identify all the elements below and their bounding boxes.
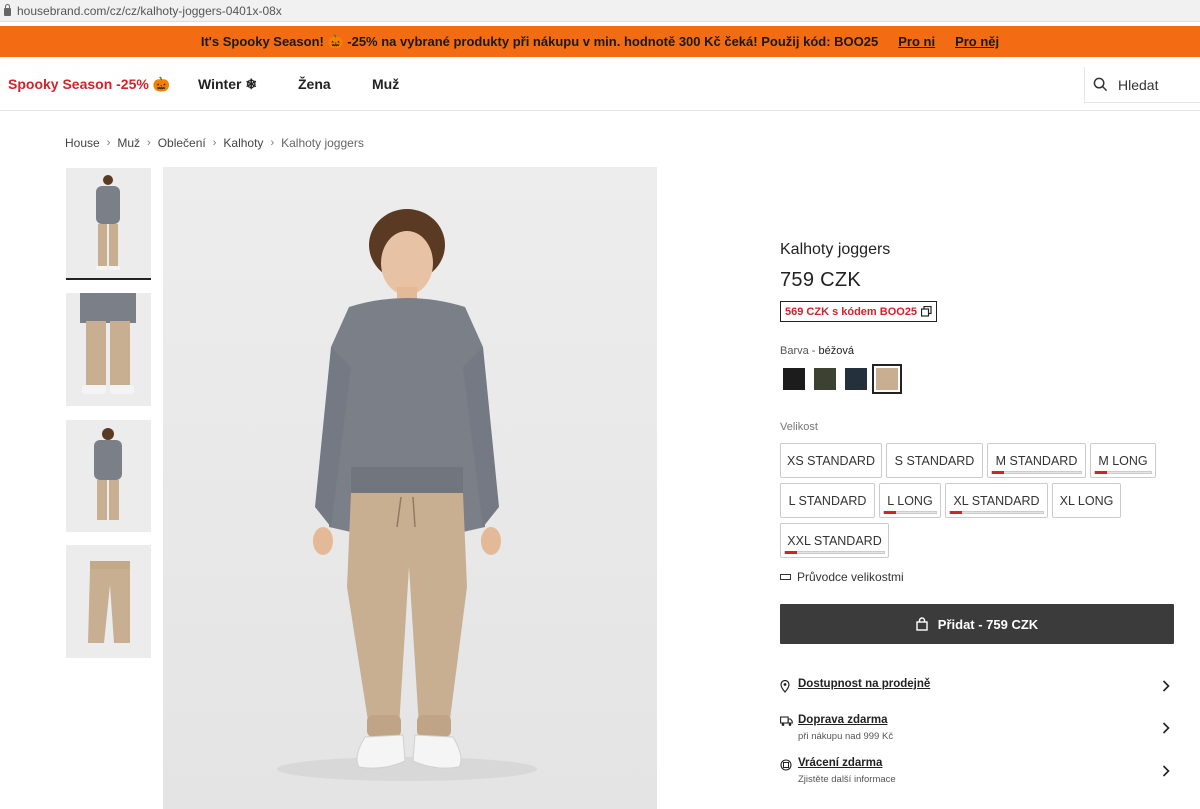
- promo-text: It's Spooky Season! 🎃 -25% na vybrané pr…: [200, 33, 879, 49]
- breadcrumb-item-clothing[interactable]: Oblečení: [158, 136, 206, 150]
- promo-banner: It's Spooky Season! 🎃 -25% na vybrané pr…: [0, 26, 1200, 57]
- chevron-right-icon: ›: [270, 137, 275, 149]
- size-option-label: XXL STANDARD: [787, 533, 882, 548]
- chevron-right-icon: [1162, 680, 1170, 692]
- product-title: Kalhoty joggers: [780, 241, 891, 258]
- chevron-right-icon: ›: [212, 137, 217, 149]
- nav-item-men[interactable]: Muž: [372, 76, 399, 92]
- model-wearing-joggers-illustration: [277, 209, 537, 781]
- return-icon: [780, 759, 792, 771]
- low-stock-indicator: [949, 511, 1044, 514]
- size-guide-link[interactable]: Průvodce velikostmi: [780, 570, 904, 584]
- search-button[interactable]: Hledat: [1084, 67, 1200, 103]
- size-option[interactable]: XL LONG: [1052, 483, 1121, 518]
- free-shipping-title: Doprava zdarma: [798, 714, 888, 726]
- address-bar[interactable]: housebrand.com/cz/cz/kalhoty-joggers-040…: [0, 0, 1200, 22]
- product-price: 759 CZK: [780, 269, 862, 291]
- nav-item-spooky-season[interactable]: Spooky Season -25% 🎃: [8, 76, 170, 93]
- main-nav: Spooky Season -25% 🎃 Winter ❄ Žena Muž H…: [0, 57, 1200, 111]
- chevron-right-icon: [1162, 765, 1170, 777]
- size-option-label: XS STANDARD: [787, 453, 875, 468]
- product-thumbnail-1[interactable]: [66, 168, 151, 280]
- search-label: Hledat: [1118, 76, 1159, 93]
- store-availability-row[interactable]: Dostupnost na prodejně: [780, 678, 1174, 702]
- pants-flatlay-thumbnail-image: [88, 561, 130, 643]
- size-label: Velikost: [780, 421, 818, 433]
- model-front-thumbnail-image: [96, 175, 120, 270]
- free-shipping-subtitle: při nákupu nad 999 Kč: [798, 731, 894, 742]
- size-option[interactable]: L STANDARD: [780, 483, 875, 518]
- breadcrumb-item-house[interactable]: House: [65, 136, 100, 150]
- lock-icon: [4, 3, 11, 16]
- promo-link-her[interactable]: Pro ni: [898, 34, 935, 49]
- main-product-image[interactable]: [163, 167, 657, 809]
- add-to-cart-label: Přidat - 759 CZK: [937, 616, 1039, 632]
- store-availability-title: Dostupnost na prodejně: [798, 678, 931, 690]
- breadcrumb-item-trousers[interactable]: Kalhoty: [223, 136, 263, 150]
- low-stock-indicator: [883, 511, 937, 514]
- breadcrumb: House › Muž › Oblečení › Kalhoty › Kalho…: [65, 136, 364, 150]
- size-option-label: M STANDARD: [995, 453, 1078, 468]
- breadcrumb-item-men[interactable]: Muž: [117, 136, 140, 150]
- shopping-bag-icon: [916, 617, 928, 631]
- size-guide-label: Průvodce velikostmi: [797, 570, 904, 584]
- size-option[interactable]: M LONG: [1090, 443, 1156, 478]
- size-option-label: L LONG: [887, 493, 933, 508]
- color-label-text: Barva: [780, 345, 809, 357]
- color-swatch-beige[interactable]: [872, 364, 902, 394]
- promo-code-text: 569 CZK s kódem BOO25: [785, 305, 918, 318]
- search-icon: [1093, 77, 1108, 92]
- size-option[interactable]: L LONG: [879, 483, 941, 518]
- url-text: housebrand.com/cz/cz/kalhoty-joggers-040…: [17, 3, 282, 18]
- size-option[interactable]: XS STANDARD: [780, 443, 882, 478]
- size-option[interactable]: M STANDARD: [987, 443, 1086, 478]
- location-pin-icon: [780, 680, 790, 693]
- free-returns-title: Vrácení zdarma: [798, 757, 883, 769]
- color-name: béžová: [818, 345, 855, 357]
- color-swatch-black[interactable]: [783, 368, 805, 390]
- product-thumbnail-2[interactable]: [66, 293, 151, 406]
- low-stock-indicator: [991, 471, 1082, 474]
- promo-code-badge[interactable]: 569 CZK s kódem BOO25: [780, 301, 938, 322]
- product-thumbnail-4[interactable]: [66, 545, 151, 658]
- size-option-label: XL STANDARD: [953, 493, 1040, 508]
- free-shipping-row[interactable]: Doprava zdarma při nákupu nad 999 Kč: [780, 714, 1174, 744]
- ruler-icon: [780, 574, 791, 580]
- color-label: Barva - béžová: [780, 345, 855, 357]
- chevron-right-icon: ›: [106, 137, 111, 149]
- copy-icon: [921, 306, 932, 317]
- model-closeup-thumbnail-image: [80, 293, 136, 394]
- product-thumbnail-3[interactable]: [66, 420, 151, 532]
- free-returns-row[interactable]: Vrácení zdarma Zjistěte další informace: [780, 757, 1174, 787]
- size-option[interactable]: XXL STANDARD: [780, 523, 889, 558]
- low-stock-indicator: [784, 551, 885, 554]
- chevron-right-icon: ›: [147, 137, 151, 149]
- truck-icon: [780, 716, 793, 726]
- nav-item-winter[interactable]: Winter ❄: [198, 76, 257, 93]
- free-returns-subtitle: Zjistěte další informace: [798, 774, 896, 785]
- size-option-label: S STANDARD: [894, 453, 975, 468]
- chevron-right-icon: [1162, 722, 1170, 734]
- model-back-thumbnail-image: [94, 428, 122, 520]
- size-option-label: L STANDARD: [788, 493, 867, 508]
- breadcrumb-item-current: Kalhoty joggers: [281, 136, 364, 150]
- color-swatch-navy[interactable]: [845, 368, 867, 390]
- promo-link-him[interactable]: Pro něj: [955, 34, 999, 49]
- low-stock-indicator: [1094, 471, 1152, 474]
- add-to-cart-button[interactable]: Přidat - 759 CZK: [780, 604, 1174, 644]
- size-option[interactable]: S STANDARD: [886, 443, 983, 478]
- size-option-label: M LONG: [1098, 453, 1148, 468]
- color-swatch-olive[interactable]: [814, 368, 836, 390]
- size-option[interactable]: XL STANDARD: [945, 483, 1048, 518]
- size-option-label: XL LONG: [1059, 493, 1114, 508]
- nav-item-women[interactable]: Žena: [298, 76, 331, 92]
